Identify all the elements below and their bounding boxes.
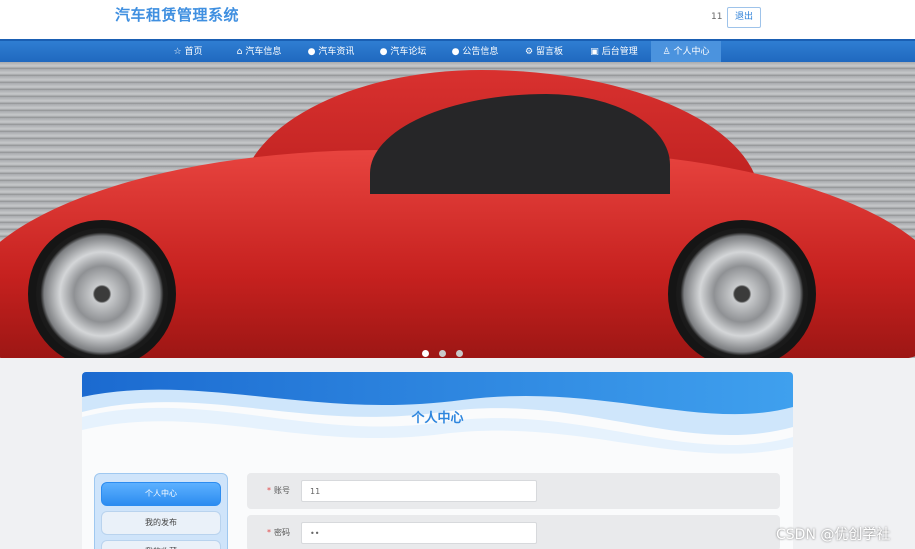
side-menu: 个人中心 我的发布 我的收藏 <box>94 473 228 549</box>
settings-icon: ⚙ <box>524 47 534 57</box>
nav-item-car-news[interactable]: ● 汽车资讯 <box>296 41 366 64</box>
username-label: 11 <box>711 12 723 22</box>
nav-item-home[interactable]: ☆ 首页 <box>158 41 218 64</box>
info-icon: ● <box>379 47 388 57</box>
account-input[interactable]: 11 <box>301 480 537 502</box>
password-input[interactable]: •• <box>301 522 537 544</box>
panel-title: 个人中心 <box>411 411 464 426</box>
password-row: * 密码 •• <box>247 515 780 549</box>
info-icon: ● <box>307 47 316 57</box>
folder-icon: ▣ <box>590 47 599 57</box>
nav-item-notices[interactable]: ● 公告信息 <box>440 41 510 64</box>
nav-item-car-forum[interactable]: ● 汽车论坛 <box>368 41 438 64</box>
nav-item-car-info[interactable]: ⌂ 汽车信息 <box>224 41 294 64</box>
front-wheel <box>28 220 176 358</box>
info-icon: ● <box>451 47 460 57</box>
password-label: * 密码 <box>267 528 290 537</box>
site-title: 汽车租赁管理系统 <box>115 6 240 24</box>
carousel-dot[interactable] <box>439 350 447 357</box>
banner-carousel <box>0 62 915 358</box>
carousel-dot[interactable] <box>456 350 464 357</box>
main-nav: ☆ 首页 ⌂ 汽车信息 ● 汽车资讯 ● 汽车论坛 ● 公告信息 ⚙ 留言板 ▣ 后台管理 ♙… <box>0 39 915 64</box>
bag-icon: ⌂ <box>236 47 243 57</box>
nav-item-message-board[interactable]: ⚙ 留言板 <box>512 41 576 64</box>
carousel-dots <box>422 342 468 358</box>
rear-wheel <box>668 220 816 358</box>
account-row: * 账号 11 <box>247 473 780 509</box>
nav-item-admin[interactable]: ▣ 后台管理 <box>578 41 650 64</box>
watermark: CSDN @优创学社 <box>776 527 891 543</box>
logout-button[interactable]: 退出 <box>727 7 761 28</box>
carousel-dot[interactable] <box>422 350 429 357</box>
user-icon: ♙ <box>662 47 671 57</box>
nav-item-user-center[interactable]: ♙ 个人中心 <box>651 41 721 64</box>
top-header: 汽车租赁管理系统 11 退出 <box>0 0 915 39</box>
user-center-panel: 个人中心 个人中心 我的发布 我的收藏 *账号 11 *密码 •• <box>82 372 793 549</box>
menu-my-posts[interactable]: 我的发布 <box>101 511 221 535</box>
account-label: * 账号 <box>267 486 290 495</box>
menu-my-favorites[interactable]: 我的收藏 <box>101 540 221 549</box>
star-icon: ☆ <box>173 47 182 57</box>
menu-user-center[interactable]: 个人中心 <box>101 482 221 506</box>
